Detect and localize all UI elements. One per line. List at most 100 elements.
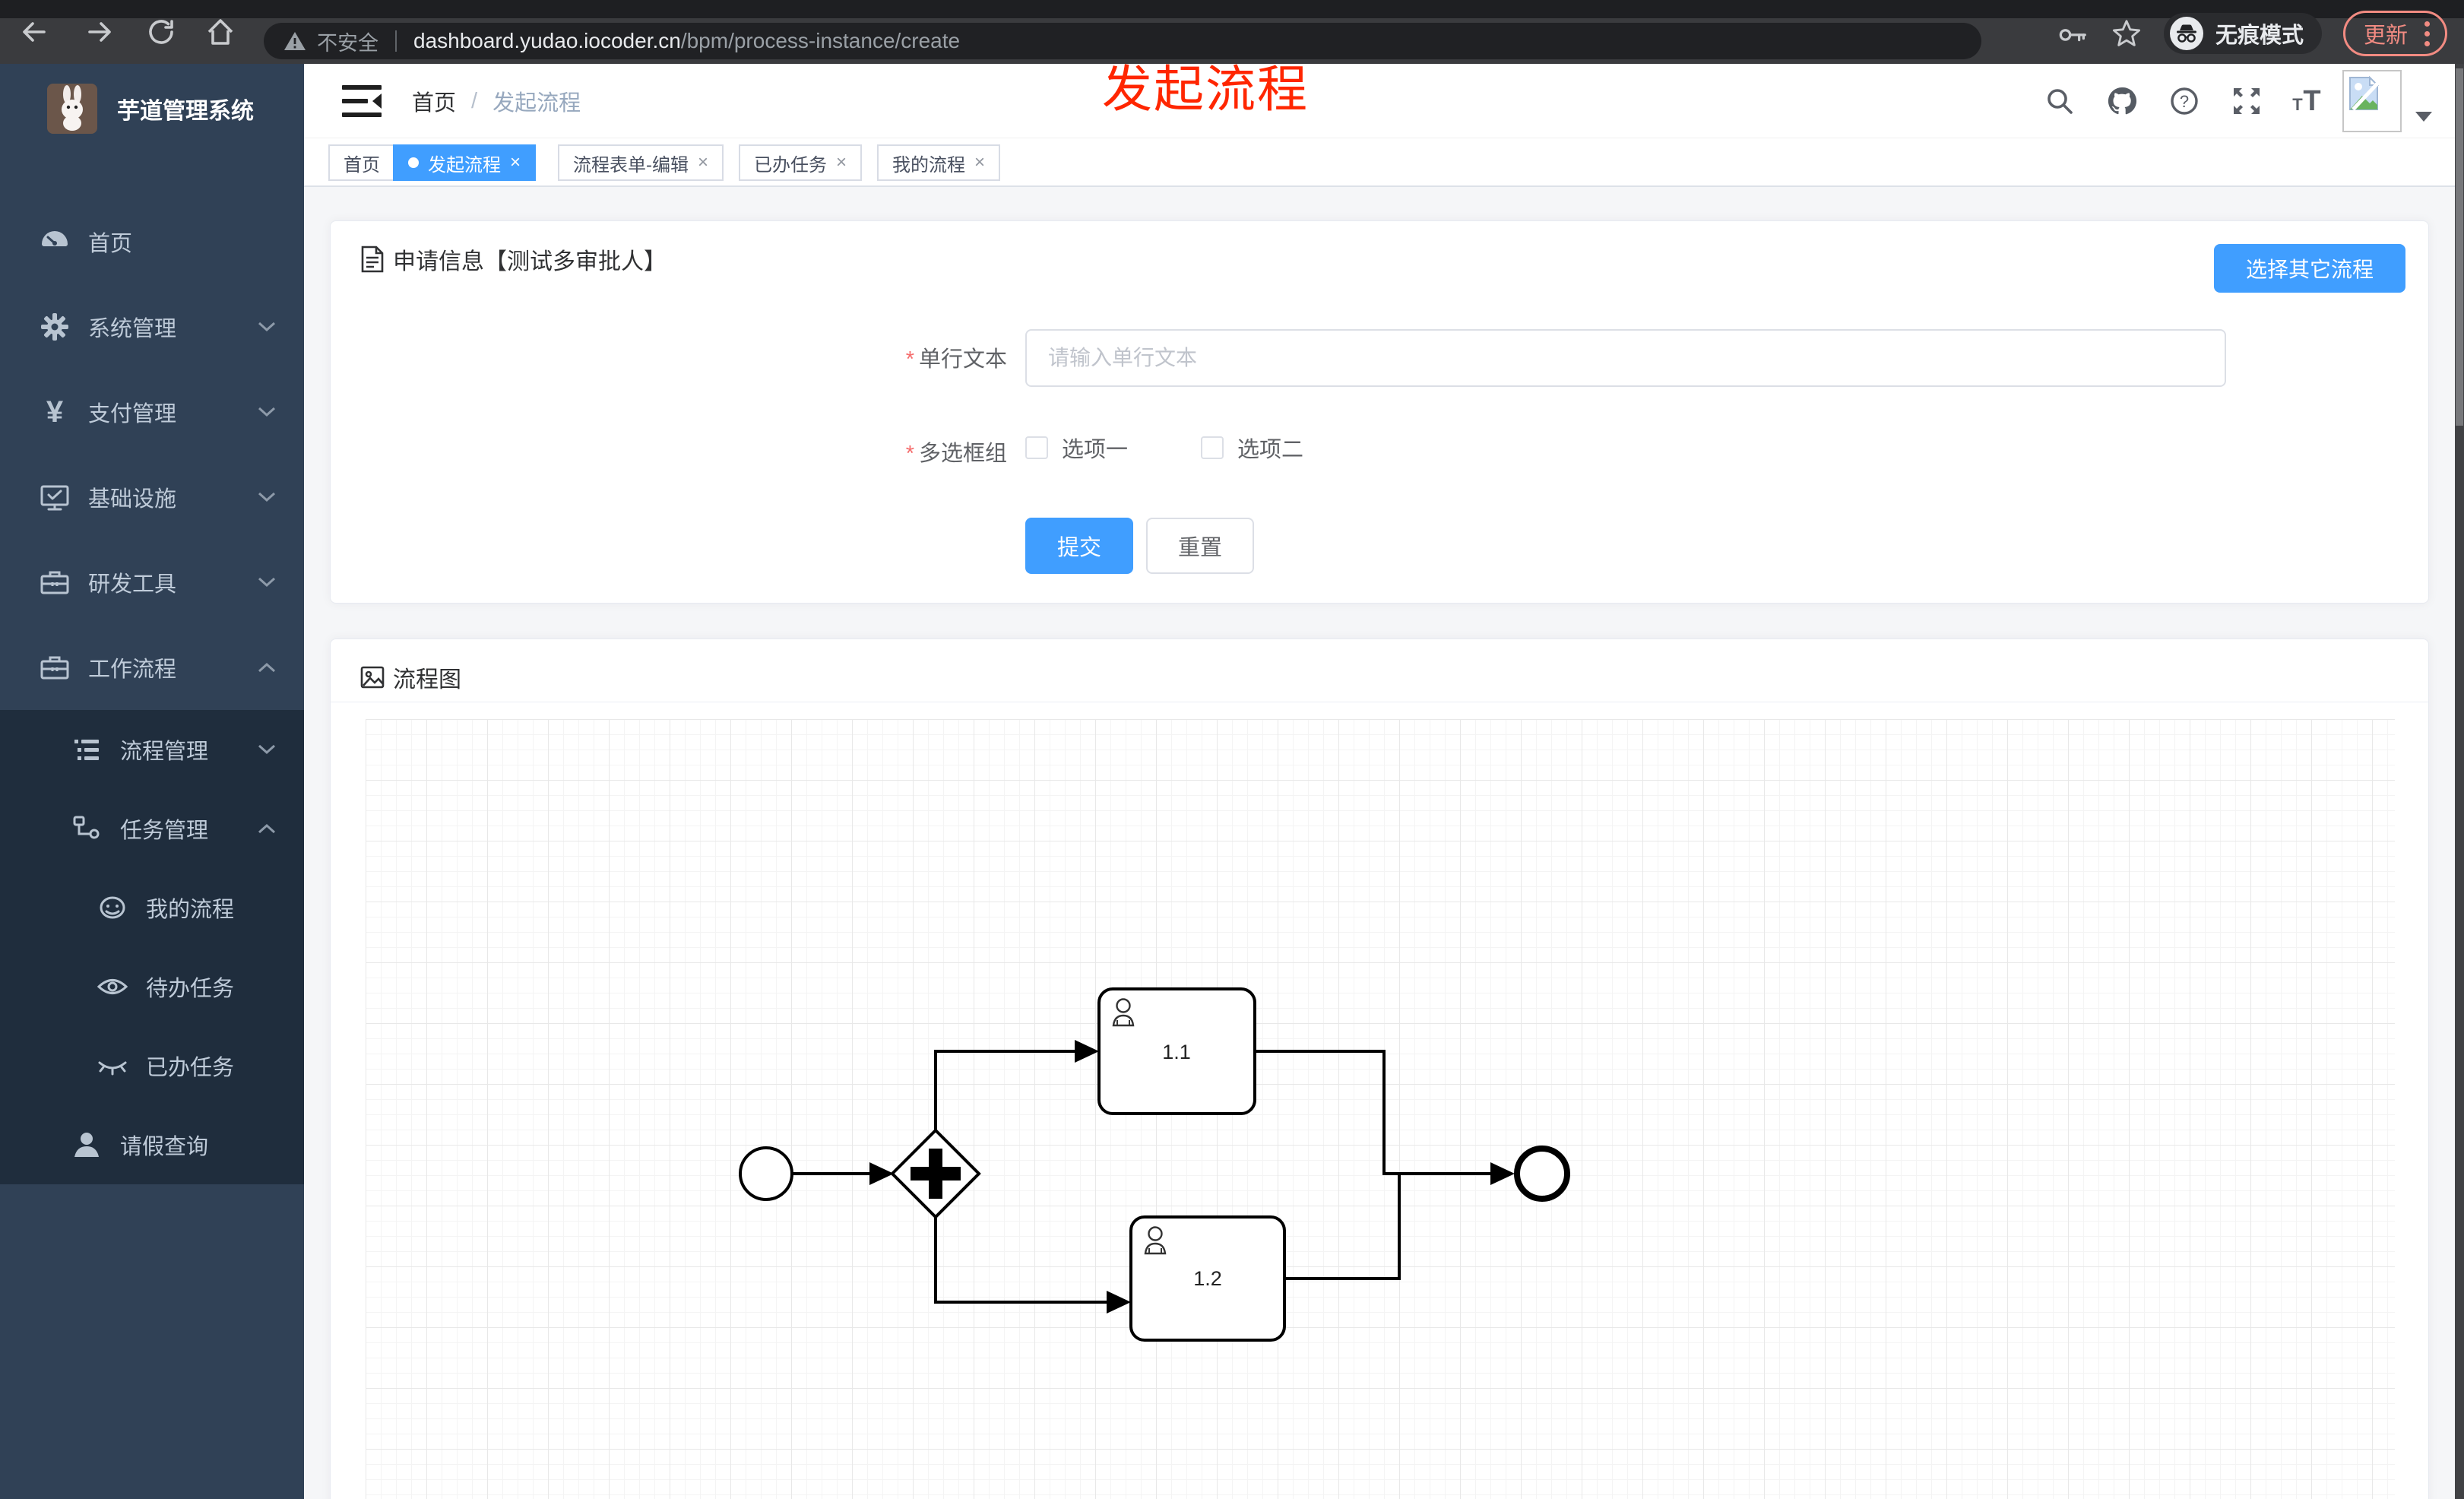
chevron-up-icon bbox=[257, 821, 277, 836]
sidebar-item-infra[interactable]: 基础设施 bbox=[0, 455, 304, 540]
github-icon[interactable] bbox=[2105, 84, 2139, 118]
browser-menu-icon[interactable] bbox=[2424, 21, 2430, 46]
required-marker: * bbox=[905, 442, 914, 466]
user-icon bbox=[70, 1128, 103, 1161]
sidebar-item-label: 我的流程 bbox=[146, 898, 235, 922]
browser-update-button[interactable]: 更新 bbox=[2342, 11, 2447, 56]
broken-image-icon bbox=[2349, 76, 2379, 111]
incognito-badge: 无痕模式 bbox=[2163, 13, 2322, 54]
url-path[interactable]: /bpm/process-instance/create bbox=[681, 29, 960, 53]
page-scrollbar[interactable] bbox=[2455, 64, 2464, 1499]
user-task-node[interactable]: 1.2 bbox=[1129, 1215, 1286, 1342]
page: 不安全 dashboard.yudao.iocoder.cn/bpm/proce… bbox=[0, 0, 2464, 1499]
annotation-title: 发起流程 bbox=[1102, 61, 1309, 117]
process-diagram-title: 流程图 bbox=[359, 661, 461, 694]
sidebar-item-system[interactable]: 系统管理 bbox=[0, 284, 304, 369]
bpmn-canvas[interactable]: 1.1 1.2 bbox=[366, 719, 2395, 1499]
font-size-icon[interactable]: TT bbox=[2292, 84, 2326, 118]
process-diagram-card: 流程图 1.1 1.2 bbox=[330, 639, 2429, 1499]
sidebar-item-label: 工作流程 bbox=[88, 658, 177, 682]
help-icon[interactable]: ? bbox=[2168, 84, 2201, 118]
sidebar-item-todo-tasks[interactable]: 待办任务 bbox=[0, 947, 304, 1026]
checkbox-option-1[interactable] bbox=[1025, 436, 1048, 459]
browser-back-icon[interactable] bbox=[17, 15, 50, 49]
tab-home[interactable]: 首页 bbox=[328, 144, 395, 181]
checkbox-group: 选项一 选项二 bbox=[1025, 425, 1303, 471]
sidebar-item-label: 研发工具 bbox=[88, 572, 177, 597]
sidebar-item-label: 流程管理 bbox=[120, 740, 209, 764]
browser-reload-icon[interactable] bbox=[144, 15, 178, 49]
sidebar-item-payment[interactable]: ¥ 支付管理 bbox=[0, 369, 304, 455]
tab-close-icon[interactable]: × bbox=[510, 154, 521, 172]
update-label[interactable]: 更新 bbox=[2364, 17, 2408, 49]
bookmark-star-icon[interactable] bbox=[2111, 17, 2143, 49]
search-icon[interactable] bbox=[2043, 84, 2076, 118]
apply-info-title: 申请信息【测试多审批人】 bbox=[359, 242, 667, 276]
tab-close-icon[interactable]: × bbox=[698, 154, 708, 172]
tab-close-icon[interactable]: × bbox=[974, 154, 985, 172]
start-event-node[interactable] bbox=[739, 1146, 793, 1201]
breadcrumb-home[interactable]: 首页 bbox=[412, 85, 456, 117]
active-dot bbox=[408, 157, 419, 168]
tab-done-tasks[interactable]: 已办任务 × bbox=[739, 144, 863, 181]
checkbox-label[interactable]: 选项一 bbox=[1062, 432, 1128, 464]
sidebar-logo[interactable]: 芋道管理系统 bbox=[0, 64, 304, 154]
svg-text:T: T bbox=[2292, 95, 2303, 114]
browser-home-icon[interactable] bbox=[204, 15, 237, 49]
security-label[interactable]: 不安全 bbox=[317, 27, 378, 56]
sidebar-item-workflow[interactable]: 工作流程 bbox=[0, 625, 304, 710]
field-label-checkbox: * 多选框组 bbox=[905, 442, 1007, 466]
sidebar-item-devtools[interactable]: 研发工具 bbox=[0, 540, 304, 625]
url-host[interactable]: dashboard.yudao.iocoder.cn bbox=[413, 29, 681, 53]
sidebar-item-label: 系统管理 bbox=[88, 317, 177, 341]
warning-icon bbox=[284, 32, 306, 50]
fullscreen-icon[interactable] bbox=[2230, 84, 2263, 118]
sidebar-item-label: 首页 bbox=[88, 232, 133, 256]
chevron-down-icon bbox=[257, 575, 277, 590]
caret-down-icon[interactable] bbox=[2414, 109, 2434, 123]
sidebar-item-home[interactable]: 首页 bbox=[0, 199, 304, 284]
submit-button[interactable]: 提交 bbox=[1025, 518, 1133, 574]
face-icon bbox=[96, 891, 129, 924]
eye-icon bbox=[96, 970, 129, 1003]
sidebar-collapse-icon[interactable] bbox=[340, 84, 383, 119]
tab-my-process[interactable]: 我的流程 × bbox=[877, 144, 1001, 181]
end-event-node[interactable] bbox=[1514, 1146, 1570, 1202]
select-other-process-button[interactable]: 选择其它流程 bbox=[2214, 244, 2405, 293]
checkbox-option-2[interactable] bbox=[1201, 436, 1224, 459]
checkbox-label[interactable]: 选项二 bbox=[1237, 432, 1303, 464]
sidebar-menu: 首页 系统管理 ¥ 支付管理 基础设施 研发工具 工作流程 bbox=[0, 199, 304, 710]
tab-process-form-edit[interactable]: 流程表单-编辑 × bbox=[558, 144, 724, 181]
scrollbar-thumb[interactable] bbox=[2456, 68, 2463, 426]
avatar[interactable] bbox=[2342, 70, 2402, 132]
reset-button[interactable]: 重置 bbox=[1146, 518, 1254, 574]
password-key-icon[interactable] bbox=[2057, 17, 2089, 49]
incognito-icon bbox=[2169, 17, 2203, 50]
sidebar-item-my-process[interactable]: 我的流程 bbox=[0, 868, 304, 947]
sidebar-item-process-mgmt[interactable]: 流程管理 bbox=[0, 710, 304, 789]
dashboard-icon bbox=[38, 225, 71, 258]
breadcrumb-separator: / bbox=[471, 88, 478, 113]
gear-icon bbox=[38, 310, 71, 344]
sidebar-item-task-mgmt[interactable]: 任务管理 bbox=[0, 789, 304, 868]
parallel-gateway-node[interactable] bbox=[890, 1128, 981, 1219]
browser-forward-icon[interactable] bbox=[84, 15, 117, 49]
tab-close-icon[interactable]: × bbox=[836, 154, 847, 172]
monitor-icon bbox=[38, 480, 71, 514]
sidebar-submenu: 流程管理 任务管理 我的流程 待办任务 已办任务 请假查询 bbox=[0, 710, 304, 1184]
eye-closed-icon bbox=[96, 1049, 129, 1082]
toolbox-icon bbox=[38, 566, 71, 599]
svg-text:T: T bbox=[2303, 85, 2320, 117]
incognito-label: 无痕模式 bbox=[2215, 24, 2304, 48]
single-line-text-input[interactable] bbox=[1025, 329, 2226, 387]
sidebar-item-label: 任务管理 bbox=[120, 819, 209, 843]
sidebar-item-leave-query[interactable]: 请假查询 bbox=[0, 1105, 304, 1184]
document-icon bbox=[361, 246, 384, 273]
toolbox-icon bbox=[38, 651, 71, 684]
app-header: 首页 / 发起流程 ? TT bbox=[304, 64, 2455, 138]
user-task-node[interactable]: 1.1 bbox=[1097, 987, 1256, 1115]
sidebar-item-label: 请假查询 bbox=[120, 1135, 209, 1159]
sidebar-item-done-tasks[interactable]: 已办任务 bbox=[0, 1026, 304, 1105]
tab-start-process[interactable]: 发起流程 × bbox=[393, 144, 537, 181]
svg-text:?: ? bbox=[2180, 92, 2189, 111]
